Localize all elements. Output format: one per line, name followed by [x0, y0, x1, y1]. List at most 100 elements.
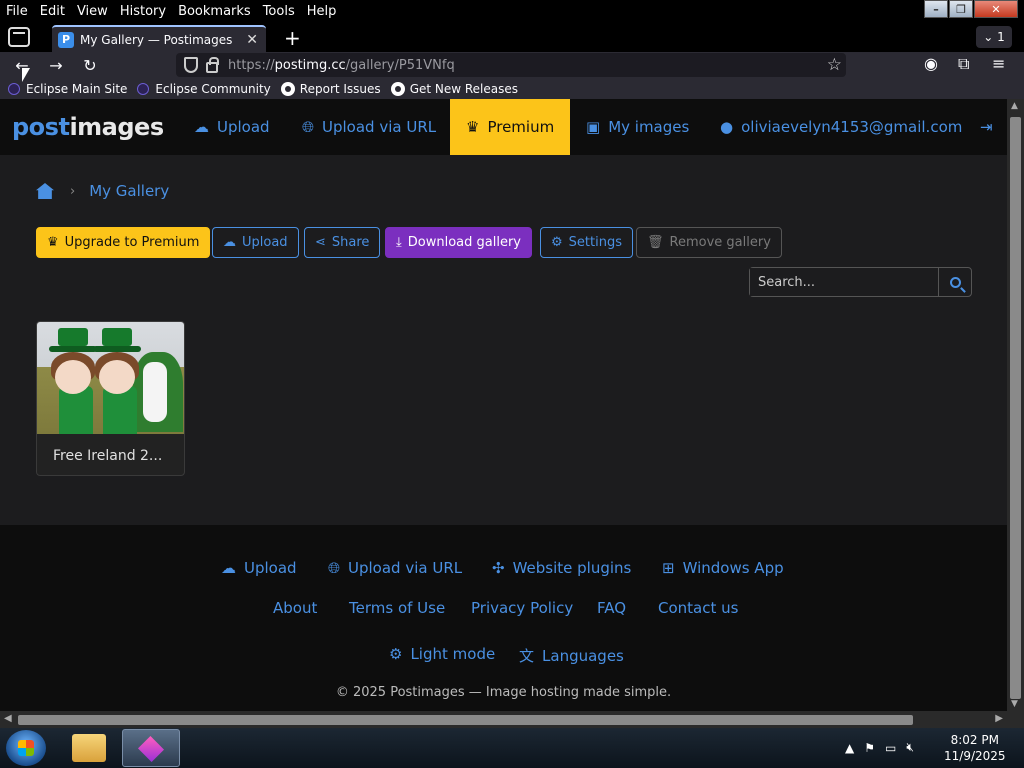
system-tray: ▲ ⚑ ▭ 🔇︎ — [845, 740, 924, 755]
postimages-logo[interactable]: postimages — [12, 113, 164, 141]
breadcrumb-separator: › — [70, 183, 76, 199]
share-button[interactable]: ⋖ Share — [304, 227, 381, 258]
site-footer: ☁ Upload 🌐︎ Upload via URL ✣ Website plugin… — [0, 525, 1007, 711]
home-icon[interactable] — [36, 183, 54, 199]
search-button[interactable] — [938, 268, 971, 296]
file-explorer-taskbar-icon[interactable] — [72, 734, 106, 762]
crown-icon: ♛ — [47, 235, 59, 250]
vertical-scrollbar[interactable]: ▲ ▼ — [1007, 99, 1024, 711]
taskbar-clock[interactable]: 8:02 PM 11/9/2025 — [944, 732, 1006, 764]
cloud-upload-icon: ☁ — [194, 118, 209, 136]
search-input[interactable] — [750, 268, 938, 296]
nav-upload[interactable]: ☁ Upload — [194, 99, 270, 155]
tab-list-icon[interactable] — [8, 27, 30, 47]
footer-languages[interactable]: 文 Languages — [519, 645, 624, 666]
horizontal-scrollbar[interactable]: ◀ ▶ — [0, 711, 1007, 728]
horizontal-scroll-thumb[interactable] — [18, 715, 913, 725]
share-icon: ⋖ — [315, 235, 326, 250]
breadcrumb-my-gallery[interactable]: My Gallery — [89, 182, 169, 200]
footer-light-mode[interactable]: ⚙ Light mode — [389, 645, 495, 663]
minimize-button[interactable]: – — [924, 0, 948, 18]
postimages-favicon-icon: P — [58, 31, 74, 48]
footer-privacy-policy[interactable]: Privacy Policy — [471, 599, 573, 617]
menu-view[interactable]: View — [71, 4, 112, 19]
image-thumbnail[interactable] — [37, 322, 184, 434]
windows-icon: ⊞ — [662, 559, 675, 577]
start-button[interactable] — [6, 730, 46, 766]
remove-gallery-button[interactable]: 🗑︎ Remove gallery — [636, 227, 782, 258]
footer-about[interactable]: About — [273, 599, 317, 617]
scroll-up-icon[interactable]: ▲ — [1011, 101, 1018, 111]
footer-terms-of-use[interactable]: Terms of Use — [349, 599, 445, 617]
new-tab-button[interactable]: + — [284, 28, 301, 48]
footer-upload[interactable]: ☁ Upload — [221, 559, 297, 577]
scroll-left-icon[interactable]: ◀ — [4, 713, 12, 724]
nav-upload-via-url[interactable]: 🌐︎ Upload via URL — [302, 99, 436, 155]
globe-icon: 🌐︎ — [328, 559, 341, 577]
show-hidden-icons-icon[interactable]: ▲ — [845, 741, 854, 755]
download-gallery-button[interactable]: ⤓ Download gallery — [385, 227, 532, 258]
menu-file[interactable]: File — [0, 4, 32, 19]
tab-title: My Gallery — Postimages — [80, 32, 233, 47]
account-icon[interactable]: ◉ — [924, 54, 938, 73]
address-bar[interactable]: https://postimg.cc/gallery/P51VNfq ☆ — [176, 53, 846, 77]
extensions-icon[interactable]: ⧉ — [958, 54, 969, 74]
action-center-flag-icon[interactable]: ⚑ — [864, 741, 875, 755]
close-window-button[interactable]: ✕ — [974, 0, 1018, 18]
scroll-down-icon[interactable]: ▼ — [1011, 699, 1018, 709]
menu-history[interactable]: History — [114, 4, 170, 19]
tab-count-button[interactable]: ⌄ 1 — [976, 26, 1012, 48]
maximize-button[interactable]: ❐ — [949, 0, 973, 18]
bookmark-get-new-releases[interactable]: Get New Releases — [390, 81, 518, 96]
tab-bar: P My Gallery — Postimages ✕ — [0, 22, 1024, 52]
nav-account[interactable]: ● oliviaevelyn4153@gmail.com — [720, 99, 962, 155]
footer-windows-app[interactable]: ⊞ Windows App — [662, 559, 784, 577]
bookmark-star-icon[interactable]: ☆ — [827, 55, 842, 75]
url-text: https://postimg.cc/gallery/P51VNfq — [228, 57, 455, 73]
menu-bookmarks[interactable]: Bookmarks — [172, 4, 255, 19]
bookmark-report-issues[interactable]: Report Issues — [280, 81, 381, 96]
github-icon — [390, 81, 405, 96]
gallery-image-card[interactable]: Free Ireland 2... — [36, 321, 185, 476]
footer-upload-via-url[interactable]: 🌐︎ Upload via URL — [328, 559, 462, 577]
footer-faq[interactable]: FAQ — [597, 599, 626, 617]
hamburger-menu-icon[interactable]: ≡ — [992, 54, 1005, 73]
tab-close-icon[interactable]: ✕ — [246, 32, 258, 48]
tab-my-gallery[interactable]: P My Gallery — Postimages ✕ — [52, 25, 266, 52]
clock-date: 11/9/2025 — [944, 749, 1006, 763]
upload-button[interactable]: ☁ Upload — [212, 227, 299, 258]
site-navbar: postimages ☁ Upload 🌐︎ Upload via URL ♛ Pre… — [0, 99, 1007, 155]
cloud-upload-icon: ☁ — [223, 235, 236, 250]
footer-contact-us[interactable]: Contact us — [658, 599, 738, 617]
lock-icon[interactable] — [206, 56, 219, 73]
nav-my-images[interactable]: ▣ My images — [586, 99, 689, 155]
vertical-scroll-thumb[interactable] — [1010, 117, 1021, 699]
menu-help[interactable]: Help — [301, 4, 341, 19]
logout-icon[interactable]: ⇥ — [980, 99, 993, 155]
search-box — [749, 267, 972, 297]
github-icon — [280, 81, 295, 96]
upgrade-to-premium-button[interactable]: ♛ Upgrade to Premium — [36, 227, 211, 258]
translate-icon: 文 — [519, 647, 535, 665]
forward-button[interactable]: → — [44, 54, 68, 76]
volume-muted-icon[interactable]: 🔇︎ — [906, 740, 914, 755]
copyright-text: © 2025 Postimages — Image hosting made s… — [335, 685, 672, 700]
windows-taskbar: ▲ ⚑ ▭ 🔇︎ 8:02 PM 11/9/2025 — [0, 728, 1024, 768]
menu-edit[interactable]: Edit — [34, 4, 69, 19]
footer-website-plugins[interactable]: ✣ Website plugins — [492, 559, 631, 577]
scroll-right-icon[interactable]: ▶ — [995, 713, 1003, 724]
bookmarks-toolbar: Eclipse Main Site Eclipse Community Repo… — [0, 78, 1024, 99]
reload-button[interactable]: ↻ — [78, 54, 102, 76]
image-caption[interactable]: Free Ireland 2... — [53, 448, 162, 464]
bookmark-eclipse-community[interactable]: Eclipse Community — [137, 82, 271, 96]
tracking-shield-icon[interactable] — [184, 57, 198, 73]
globe-icon: 🌐︎ — [302, 118, 315, 136]
network-icon[interactable]: ▭ — [885, 741, 896, 755]
browser-taskbar-icon[interactable] — [122, 729, 180, 767]
menu-tools[interactable]: Tools — [257, 4, 299, 19]
settings-button[interactable]: ⚙ Settings — [540, 227, 633, 258]
gear-icon: ⚙ — [389, 645, 403, 663]
eclipse-icon — [8, 82, 20, 95]
bookmark-eclipse-main-site[interactable]: Eclipse Main Site — [8, 82, 127, 96]
nav-premium[interactable]: ♛ Premium — [450, 99, 570, 155]
